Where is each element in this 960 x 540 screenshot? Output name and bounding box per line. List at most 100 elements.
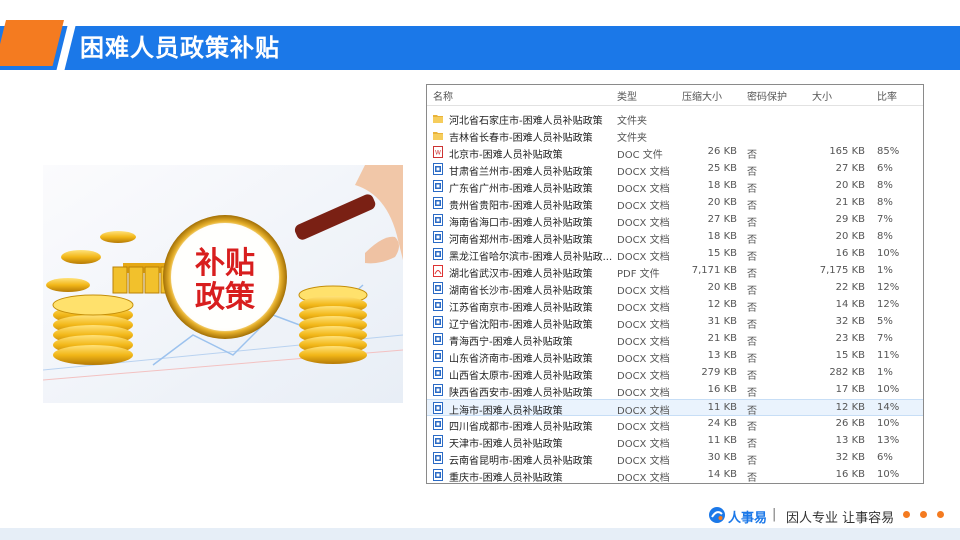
file-name: 湖南省长沙市-困难人员补贴政策 — [449, 286, 593, 297]
file-compressed-size: 18 KB — [707, 231, 737, 242]
file-row[interactable]: 上海市-困难人员补贴政策 DOCX 文档 11 KB 否 12 KB 14% — [427, 399, 923, 417]
file-size: 26 KB — [835, 418, 865, 429]
file-name: 湖北省武汉市-困难人员补贴政策 — [449, 269, 593, 280]
file-type: DOCX 文档 — [617, 422, 670, 433]
brand-slogan: 因人专业 让事容易 — [786, 511, 895, 526]
file-row[interactable]: 江苏省南京市-困难人员补贴政策 DOCX 文档 12 KB 否 14 KB 12% — [427, 297, 923, 314]
svg-text:W: W — [435, 150, 441, 157]
dot-icon — [937, 511, 944, 518]
file-row[interactable]: 辽宁省沈阳市-困难人员补贴政策 DOCX 文档 31 KB 否 32 KB 5% — [427, 314, 923, 331]
file-name: 山东省济南市-困难人员补贴政策 — [449, 354, 593, 365]
file-row[interactable]: 海南省海口市-困难人员补贴政策 DOCX 文档 27 KB 否 29 KB 7% — [427, 212, 923, 229]
file-name: 天津市-困难人员补贴政策 — [449, 439, 563, 450]
file-ratio: 85% — [877, 146, 900, 157]
archive-file-list: 名称 类型 压缩大小 密码保护 大小 比率 河北省石家庄市-困难人员补贴政策 文件… — [426, 84, 924, 484]
file-row[interactable]: 四川省成都市-困难人员补贴政策 DOCX 文档 24 KB 否 26 KB 10% — [427, 416, 923, 433]
file-type: DOCX 文档 — [617, 354, 670, 365]
file-ratio: 11% — [877, 350, 900, 361]
file-ratio: 12% — [877, 299, 900, 310]
file-size: 12 KB — [835, 402, 865, 413]
file-row[interactable]: 贵州省贵阳市-困难人员补贴政策 DOCX 文档 20 KB 否 21 KB 8% — [427, 195, 923, 212]
column-header-row: 名称 类型 压缩大小 密码保护 大小 比率 — [427, 85, 923, 106]
file-compressed-size: 25 KB — [707, 163, 737, 174]
file-ratio: 8% — [877, 231, 893, 242]
column-size[interactable]: 大小 — [812, 88, 832, 103]
file-password: 否 — [747, 388, 757, 399]
dot-icon — [920, 511, 927, 518]
file-type: DOCX 文档 — [617, 201, 670, 212]
file-name: 甘肃省兰州市-困难人员补贴政策 — [449, 167, 593, 178]
file-compressed-size: 11 KB — [707, 402, 737, 413]
file-name: 海南省海口市-困难人员补贴政策 — [449, 218, 593, 229]
file-compressed-size: 26 KB — [707, 146, 737, 157]
file-compressed-size: 15 KB — [707, 248, 737, 259]
file-name: 广东省广州市-困难人员补贴政策 — [449, 184, 593, 195]
file-compressed-size: 18 KB — [707, 180, 737, 191]
file-row[interactable]: 广东省广州市-困难人员补贴政策 DOCX 文档 18 KB 否 20 KB 8% — [427, 178, 923, 195]
file-size: 22 KB — [835, 282, 865, 293]
file-name: 黑龙江省哈尔滨市-困难人员补贴政... — [449, 252, 613, 263]
magnifier-coins-illustration: 补贴 政策 — [43, 165, 403, 403]
file-password: 否 — [747, 286, 757, 297]
dot-icon — [903, 511, 910, 518]
file-row[interactable]: 山东省济南市-困难人员补贴政策 DOCX 文档 13 KB 否 15 KB 11% — [427, 348, 923, 365]
file-password: 否 — [747, 235, 757, 246]
file-row[interactable]: 湖南省长沙市-困难人员补贴政策 DOCX 文档 20 KB 否 22 KB 12% — [427, 280, 923, 297]
file-ratio: 8% — [877, 197, 893, 208]
file-size: 16 KB — [835, 469, 865, 480]
file-type: PDF 文件 — [617, 269, 660, 280]
file-size: 15 KB — [835, 350, 865, 361]
file-ratio: 10% — [877, 469, 900, 480]
file-row[interactable]: 甘肃省兰州市-困难人员补贴政策 DOCX 文档 25 KB 否 27 KB 6% — [427, 161, 923, 178]
file-row[interactable]: 天津市-困难人员补贴政策 DOCX 文档 11 KB 否 13 KB 13% — [427, 433, 923, 450]
file-row[interactable]: 陕西省西安市-困难人员补贴政策 DOCX 文档 16 KB 否 17 KB 10% — [427, 382, 923, 399]
file-password: 否 — [747, 201, 757, 212]
file-compressed-size: 279 KB — [701, 367, 737, 378]
file-name: 重庆市-困难人员补贴政策 — [449, 473, 563, 484]
file-ratio: 13% — [877, 435, 900, 446]
file-size: 32 KB — [835, 316, 865, 327]
column-compressed-size[interactable]: 压缩大小 — [682, 88, 722, 103]
file-row[interactable]: 吉林省长春市-困难人员补贴政策 文件夹 — [427, 127, 923, 144]
file-ratio: 12% — [877, 282, 900, 293]
file-type: DOCX 文档 — [617, 235, 670, 246]
column-password[interactable]: 密码保护 — [747, 88, 787, 103]
column-ratio[interactable]: 比率 — [877, 88, 897, 103]
file-type: DOCX 文档 — [617, 184, 670, 195]
file-compressed-size: 20 KB — [707, 282, 737, 293]
file-password: 否 — [747, 167, 757, 178]
file-row[interactable]: 河北省石家庄市-困难人员补贴政策 文件夹 — [427, 110, 923, 127]
file-ratio: 14% — [877, 402, 900, 413]
file-row[interactable]: 重庆市-困难人员补贴政策 DOCX 文档 14 KB 否 16 KB 10% — [427, 467, 923, 484]
file-size: 7,175 KB — [819, 265, 865, 276]
file-row[interactable]: 山西省太原市-困难人员补贴政策 DOCX 文档 279 KB 否 282 KB 1% — [427, 365, 923, 382]
file-size: 32 KB — [835, 452, 865, 463]
file-row[interactable]: 河南省郑州市-困难人员补贴政策 DOCX 文档 18 KB 否 20 KB 8% — [427, 229, 923, 246]
file-name: 陕西省西安市-困难人员补贴政策 — [449, 388, 593, 399]
file-compressed-size: 21 KB — [707, 333, 737, 344]
column-type[interactable]: 类型 — [617, 88, 637, 103]
file-row[interactable]: 湖北省武汉市-困难人员补贴政策 PDF 文件 7,171 KB 否 7,175 KB 1% — [427, 263, 923, 280]
file-row[interactable]: 黑龙江省哈尔滨市-困难人员补贴政... DOCX 文档 15 KB 否 16 KB 10% — [427, 246, 923, 263]
file-row[interactable]: W 北京市-困难人员补贴政策 DOC 文件 26 KB 否 165 KB 85% — [427, 144, 923, 161]
file-size: 16 KB — [835, 248, 865, 259]
badge-line-2: 政策 — [195, 280, 255, 315]
file-password: 否 — [747, 354, 757, 365]
file-ratio: 6% — [877, 163, 893, 174]
brand-separator: | — [772, 507, 777, 522]
file-type: DOCX 文档 — [617, 218, 670, 229]
brand-logo-icon — [709, 507, 725, 523]
file-ratio: 6% — [877, 452, 893, 463]
file-type: DOCX 文档 — [617, 473, 670, 484]
file-row[interactable]: 云南省昆明市-困难人员补贴政策 DOCX 文档 30 KB 否 32 KB 6% — [427, 450, 923, 467]
file-name: 云南省昆明市-困难人员补贴政策 — [449, 456, 593, 467]
file-type: 文件夹 — [617, 116, 647, 127]
file-compressed-size: 16 KB — [707, 384, 737, 395]
file-compressed-size: 14 KB — [707, 469, 737, 480]
file-size: 20 KB — [835, 180, 865, 191]
file-row[interactable]: 青海西宁-困难人员补贴政策 DOCX 文档 21 KB 否 23 KB 7% — [427, 331, 923, 348]
file-ratio: 10% — [877, 248, 900, 259]
column-name[interactable]: 名称 — [433, 88, 453, 103]
file-size: 21 KB — [835, 197, 865, 208]
badge-line-1: 补贴 — [195, 246, 255, 281]
